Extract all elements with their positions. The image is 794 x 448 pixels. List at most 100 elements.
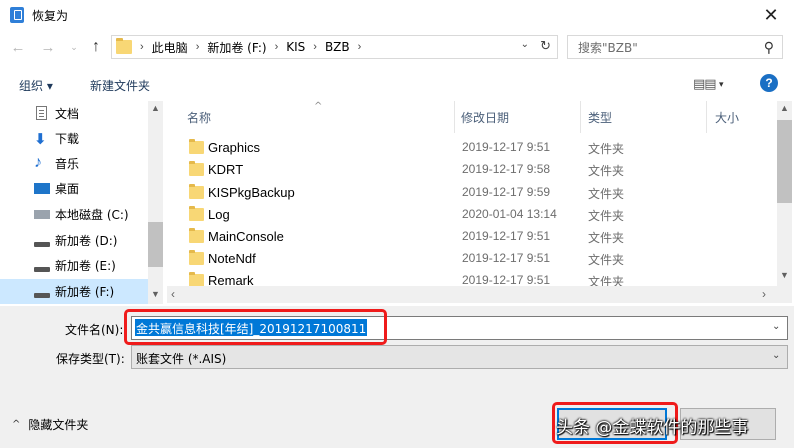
- title-bar: 恢复为 ✕: [0, 0, 794, 30]
- file-date: 2019-12-17 9:59: [462, 185, 551, 199]
- hide-folders-button[interactable]: ^ 隐藏文件夹: [12, 416, 88, 433]
- table-row[interactable]: Log 2020-01-04 13:14 文件夹: [167, 203, 779, 225]
- drive-icon: [34, 242, 50, 247]
- nav-item-downloads[interactable]: ⬇ 下载: [0, 126, 148, 151]
- nav-item-drive-e[interactable]: 新加卷 (E:): [0, 253, 148, 278]
- view-options-icon[interactable]: ▤▤: [693, 76, 717, 92]
- breadcrumb-separator[interactable]: ›: [313, 41, 317, 53]
- breadcrumb-bzb[interactable]: BZB: [325, 40, 350, 54]
- sort-ascending-icon: ^: [314, 101, 323, 112]
- table-row[interactable]: NoteNdf 2019-12-17 9:51 文件夹: [167, 247, 779, 269]
- folder-icon: [189, 161, 204, 176]
- filename-dropdown-icon[interactable]: ⌄: [772, 321, 780, 332]
- folder-icon: [189, 139, 204, 154]
- address-dropdown-icon[interactable]: ⌄: [521, 39, 529, 50]
- address-bar[interactable]: › 此电脑 › 新加卷 (F:) › KIS › BZB › ⌄ ↻: [111, 35, 558, 59]
- nav-item-drive-f[interactable]: 新加卷 (F:): [0, 279, 148, 304]
- scroll-right-icon[interactable]: ›: [762, 287, 766, 301]
- breadcrumb-kis[interactable]: KIS: [286, 40, 305, 54]
- file-name: KISPkgBackup: [208, 185, 295, 200]
- nav-scrollbar-thumb[interactable]: [148, 222, 163, 267]
- nav-item-drive-d[interactable]: 新加卷 (D:): [0, 228, 148, 253]
- window-title: 恢复为: [32, 8, 69, 23]
- file-list-scrollbar-thumb[interactable]: [777, 120, 792, 203]
- scroll-left-icon[interactable]: ‹: [171, 287, 175, 301]
- search-placeholder: 搜索"BZB": [578, 40, 638, 55]
- nav-item-label: 本地磁盘 (C:): [55, 208, 129, 222]
- close-button[interactable]: ✕: [748, 0, 794, 30]
- help-icon[interactable]: ?: [760, 74, 778, 92]
- nav-item-local-disk-c[interactable]: 本地磁盘 (C:): [0, 202, 148, 227]
- file-name: Remark: [208, 273, 254, 286]
- table-row[interactable]: KDRT 2019-12-17 9:58 文件夹: [167, 158, 779, 180]
- file-type: 文件夹: [588, 142, 625, 156]
- file-date: 2019-12-17 9:51: [462, 251, 551, 265]
- nav-item-label: 下载: [55, 132, 80, 146]
- nav-scroll-down-icon[interactable]: ▼: [149, 289, 162, 299]
- nav-item-label: 文档: [55, 107, 80, 121]
- table-row[interactable]: KISPkgBackup 2019-12-17 9:59 文件夹: [167, 181, 779, 203]
- folder-icon: [189, 272, 204, 286]
- column-header-label: 类型: [588, 110, 613, 125]
- search-input[interactable]: 搜索"BZB" ⚲: [567, 35, 783, 59]
- file-date: 2019-12-17 9:51: [462, 229, 551, 243]
- folder-icon: [189, 228, 204, 243]
- nav-item-music[interactable]: ♪ 音乐: [0, 151, 148, 176]
- column-header-date[interactable]: 修改日期: [455, 101, 581, 133]
- folder-icon: [189, 206, 204, 221]
- folder-icon: [189, 250, 204, 265]
- organize-menu-button[interactable]: 组织 ▾: [19, 77, 53, 94]
- column-header-name[interactable]: 名称 ^: [167, 101, 455, 133]
- table-row[interactable]: Remark 2019-12-17 9:51 文件夹: [167, 269, 779, 286]
- breadcrumb-drive-f[interactable]: 新加卷 (F:): [207, 39, 266, 56]
- scrollbar-corner: [777, 286, 792, 303]
- new-folder-button[interactable]: 新建文件夹: [90, 77, 150, 94]
- breadcrumb-separator: ›: [140, 41, 144, 53]
- column-header-label: 名称: [187, 110, 212, 125]
- recent-locations-chevron-icon[interactable]: ⌄: [64, 37, 84, 57]
- save-type-value: 账套文件 (*.AIS): [136, 352, 227, 366]
- file-type: 文件夹: [588, 275, 625, 286]
- restore-app-icon: [10, 7, 24, 23]
- local-disk-icon: [34, 210, 50, 219]
- nav-item-label: 新加卷 (D:): [55, 234, 118, 248]
- save-type-select[interactable]: [131, 345, 788, 369]
- file-date: 2019-12-17 9:51: [462, 273, 551, 286]
- view-dropdown-icon[interactable]: ▾: [719, 79, 724, 90]
- column-header-size[interactable]: 大小: [707, 101, 779, 133]
- filename-label: 文件名(N):: [65, 323, 124, 337]
- breadcrumb-separator[interactable]: ›: [358, 41, 362, 53]
- nav-scroll-up-icon[interactable]: ▲: [149, 103, 162, 113]
- column-header-label: 修改日期: [461, 110, 510, 125]
- file-date: 2020-01-04 13:14: [462, 207, 557, 221]
- back-arrow-icon[interactable]: ←: [8, 37, 28, 57]
- up-arrow-icon[interactable]: ↑: [86, 37, 106, 57]
- navigation-pane: 文档 ⬇ 下载 ♪ 音乐 桌面 本地磁盘 (C:) 新加卷 (D:) 新加卷 (…: [0, 101, 163, 304]
- nav-item-label: 桌面: [55, 182, 80, 196]
- column-header-type[interactable]: 类型: [581, 101, 707, 133]
- nav-item-desktop[interactable]: 桌面: [0, 176, 148, 201]
- scroll-up-icon[interactable]: ▲: [777, 103, 792, 113]
- file-date: 2019-12-17 9:58: [462, 162, 551, 176]
- forward-arrow-icon[interactable]: →: [38, 37, 58, 57]
- nav-item-label: 音乐: [55, 157, 80, 171]
- breadcrumb-separator[interactable]: ›: [196, 41, 200, 53]
- table-row[interactable]: Graphics 2019-12-17 9:51 文件夹: [167, 136, 779, 158]
- drive-icon: [34, 267, 50, 272]
- nav-item-documents[interactable]: 文档: [0, 101, 148, 126]
- scroll-down-icon[interactable]: ▼: [777, 270, 792, 280]
- table-row[interactable]: MainConsole 2019-12-17 9:51 文件夹: [167, 225, 779, 247]
- watermark: 头条 @金蝶软件的那些事: [556, 418, 749, 438]
- toolbar: 组织 ▾ 新建文件夹 ▤▤ ▾ ?: [0, 70, 794, 100]
- save-type-dropdown-icon[interactable]: ⌄: [772, 350, 780, 361]
- documents-icon: [36, 106, 47, 120]
- filename-highlight-box: [124, 309, 387, 345]
- save-type-label: 保存类型(T):: [56, 352, 125, 366]
- breadcrumb-this-pc[interactable]: 此电脑: [152, 39, 188, 56]
- nav-scrollbar[interactable]: [148, 101, 163, 304]
- file-list-horizontal-scrollbar[interactable]: [167, 286, 777, 303]
- drive-icon: [34, 293, 50, 298]
- refresh-icon[interactable]: ↻: [540, 38, 551, 54]
- breadcrumb-separator[interactable]: ›: [275, 41, 279, 53]
- column-header-label: 大小: [715, 110, 740, 125]
